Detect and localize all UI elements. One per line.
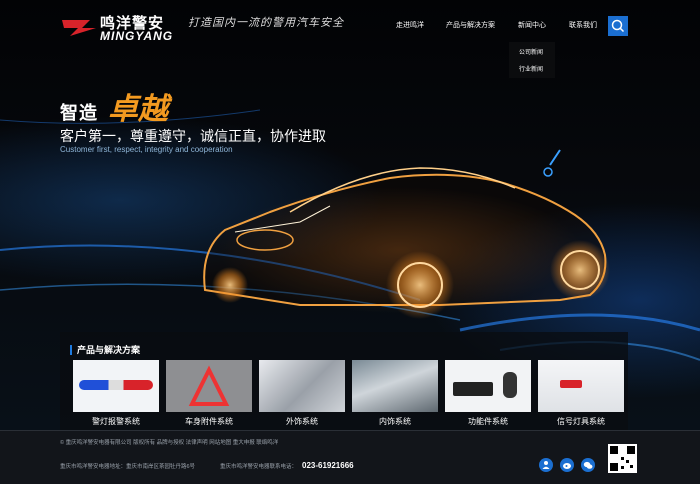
logo-mark-icon bbox=[62, 20, 96, 36]
warning-triangle-image bbox=[166, 360, 252, 412]
lightbar-image bbox=[73, 360, 159, 412]
signal-light-image bbox=[538, 360, 624, 412]
footer-phone: 023-61921666 bbox=[302, 461, 354, 470]
hero-subtitle: 客户第一，尊重遵守，诚信正直，协作进取 bbox=[60, 128, 326, 144]
nav-news[interactable]: 新闻中心 bbox=[518, 20, 546, 30]
site-footer: © 重庆鸣洋警安电器有限公司 版权所有 品牌与授权 法律声明 网站地图 重大申报… bbox=[0, 430, 700, 484]
exterior-image bbox=[259, 360, 345, 412]
person-icon[interactable] bbox=[539, 458, 553, 472]
wechat-icon[interactable] bbox=[581, 458, 595, 472]
products-panel: 产品与解决方案 警灯报警系统 车身附件系统 外饰系统 内饰系统 功能件系统 信号… bbox=[60, 332, 628, 430]
footer-contact-label: 重庆市鸣洋警安电器联系电话： bbox=[220, 464, 298, 470]
product-label: 内饰系统 bbox=[379, 417, 411, 426]
hero-title: 智造 bbox=[60, 103, 98, 123]
product-card[interactable]: 内饰系统 bbox=[352, 360, 438, 430]
news-dropdown: 公司新闻 行业新闻 bbox=[509, 42, 555, 78]
siren-image bbox=[445, 360, 531, 412]
product-label: 功能件系统 bbox=[468, 417, 508, 426]
product-label: 车身附件系统 bbox=[185, 417, 233, 426]
slogan: 打造国内一流的警用汽车安全 bbox=[188, 16, 344, 29]
dropdown-company-news[interactable]: 公司新闻 bbox=[519, 47, 543, 56]
weibo-icon[interactable] bbox=[560, 458, 574, 472]
product-card[interactable]: 警灯报警系统 bbox=[73, 360, 159, 430]
footer-address: 重庆市鸣洋警安电器地址：重庆市南岸区茶园牡丹路6号 bbox=[60, 464, 196, 470]
product-card[interactable]: 外饰系统 bbox=[259, 360, 345, 430]
interior-image bbox=[352, 360, 438, 412]
qr-code bbox=[608, 444, 637, 473]
products-heading: 产品与解决方案 bbox=[70, 345, 140, 355]
site-header: 鸣洋警安 MINGYANG 打造国内一流的警用汽车安全 走进鸣洋 产品与解决方案… bbox=[0, 0, 700, 78]
nav-contact[interactable]: 联系我们 bbox=[569, 20, 597, 30]
product-label: 警灯报警系统 bbox=[92, 417, 140, 426]
product-label: 外饰系统 bbox=[286, 417, 318, 426]
nav-about[interactable]: 走进鸣洋 bbox=[396, 20, 424, 30]
product-card[interactable]: 车身附件系统 bbox=[166, 360, 252, 430]
triangle-icon bbox=[188, 365, 230, 406]
hero-banner: 鸣洋警安 MINGYANG 打造国内一流的警用汽车安全 走进鸣洋 产品与解决方案… bbox=[0, 0, 700, 430]
logo-en: MINGYANG bbox=[100, 29, 174, 43]
product-card[interactable]: 信号灯具系统 bbox=[538, 360, 624, 430]
hero-accent: 卓越 bbox=[108, 92, 168, 127]
dropdown-industry-news[interactable]: 行业新闻 bbox=[519, 64, 543, 73]
page: 鸣洋警安 MINGYANG 打造国内一流的警用汽车安全 走进鸣洋 产品与解决方案… bbox=[0, 0, 700, 484]
product-label: 信号灯具系统 bbox=[557, 417, 605, 426]
nav-products[interactable]: 产品与解决方案 bbox=[446, 20, 495, 30]
logo[interactable]: 鸣洋警安 MINGYANG bbox=[60, 12, 174, 43]
hero-subtitle-en: Customer first, respect, integrity and c… bbox=[60, 145, 233, 154]
footer-links[interactable]: © 重庆鸣洋警安电器有限公司 版权所有 品牌与授权 法律声明 网站地图 重大申报… bbox=[60, 438, 278, 446]
search-button[interactable] bbox=[608, 16, 628, 36]
search-icon bbox=[611, 19, 625, 33]
product-card[interactable]: 功能件系统 bbox=[445, 360, 531, 430]
